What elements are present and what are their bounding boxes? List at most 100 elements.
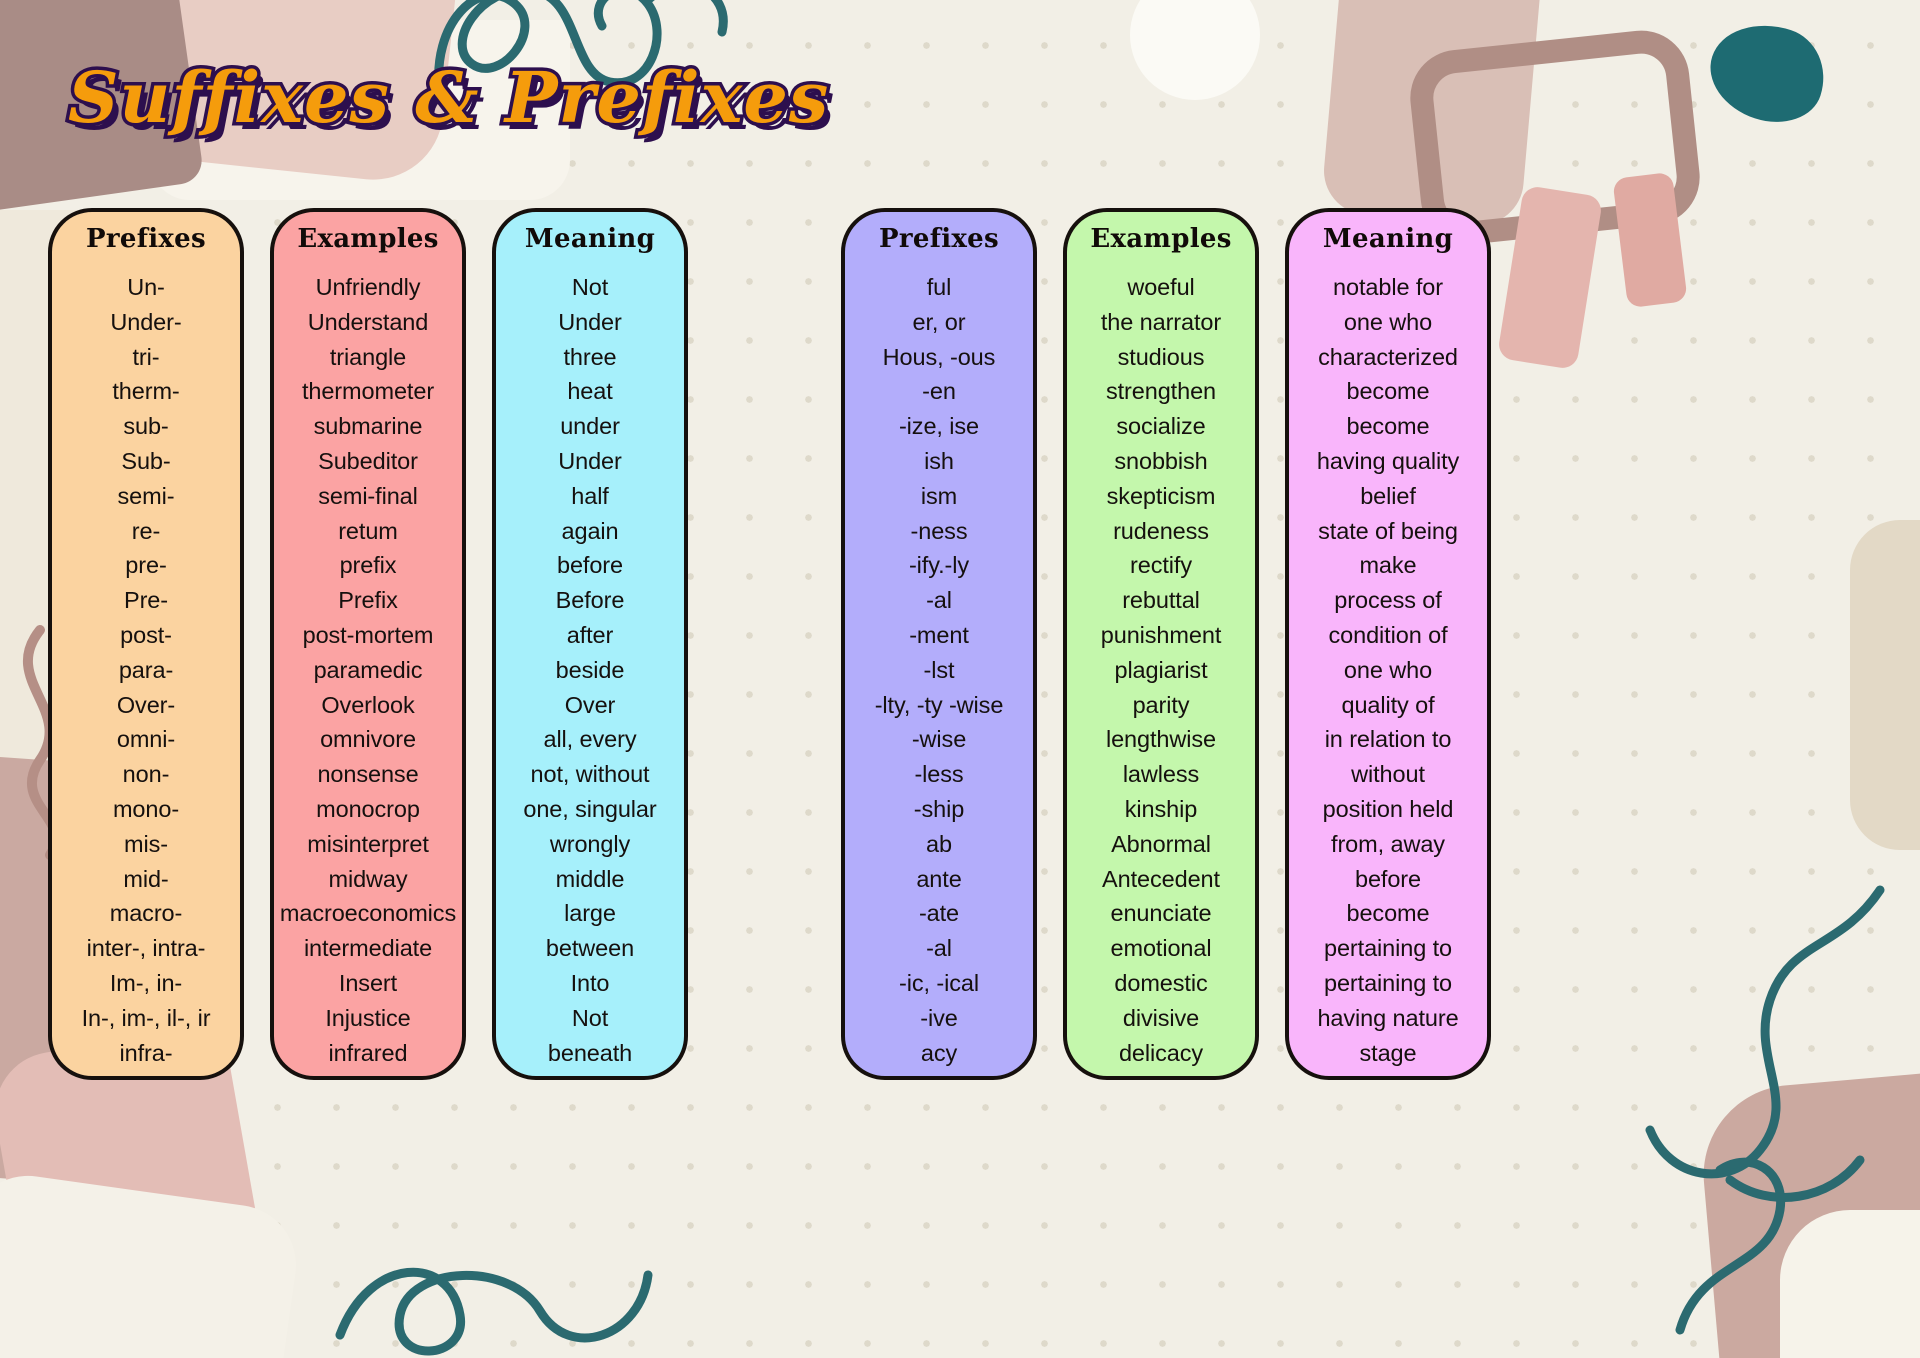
list-item: Subeditor — [318, 447, 418, 474]
prefixes-column-right: Prefixes ful er, or Hous, -ous -en -ize,… — [841, 208, 1037, 1080]
list-item: paramedic — [313, 656, 423, 683]
list-item: Pre- — [124, 587, 168, 614]
list-item: ab — [926, 830, 952, 857]
list-item: macroeconomics — [279, 900, 457, 927]
list-item: Abnormal — [1111, 830, 1211, 857]
list-item: wrongly — [549, 830, 631, 857]
examples-list-left: Unfriendly Understand triangle thermomet… — [274, 270, 462, 1076]
list-item: kinship — [1124, 795, 1198, 822]
list-item: pre- — [125, 552, 167, 579]
list-item: re- — [131, 517, 161, 544]
list-item: position held — [1322, 795, 1454, 822]
list-item: ism — [920, 482, 958, 509]
list-item: -less — [914, 761, 964, 788]
list-item: omnivore — [320, 726, 416, 753]
list-item: beneath — [547, 1039, 633, 1066]
list-item: process of — [1334, 587, 1442, 614]
list-item: -ive — [920, 1004, 958, 1031]
list-item: ish — [924, 447, 954, 474]
meaning-column-right: Meaning notable for one who characterize… — [1285, 208, 1491, 1080]
list-item: beside — [555, 656, 625, 683]
list-item: having quality — [1316, 447, 1460, 474]
list-item: rectify — [1130, 552, 1192, 579]
list-item: lengthwise — [1105, 726, 1217, 753]
list-item: macro- — [109, 900, 183, 927]
list-item: -lty, -ty -wise — [874, 691, 1004, 718]
prefix-group: Prefixes Un- Under- tri- therm- sub- Sub… — [48, 208, 688, 1080]
list-item: In-, im-, il-, ir — [81, 1004, 211, 1031]
list-item: become — [1346, 413, 1430, 440]
list-item: the narrator — [1100, 308, 1222, 335]
list-item: -lst — [923, 656, 955, 683]
list-item: -ize, ise — [898, 413, 980, 440]
list-item: Injustice — [325, 1004, 411, 1031]
list-item: not, without — [530, 761, 650, 788]
list-item: non- — [122, 761, 170, 788]
list-item: Insert — [338, 969, 398, 996]
examples-column-left: Examples Unfriendly Understand triangle … — [270, 208, 466, 1080]
list-item: before — [556, 552, 624, 579]
list-item: in- — [52, 1070, 240, 1076]
list-item: esque — [845, 1070, 1033, 1076]
list-item: infra- — [119, 1039, 173, 1066]
list-item: half — [571, 482, 609, 509]
list-item: Under — [558, 308, 622, 335]
column-header-prefixes-right: Prefixes — [879, 224, 999, 254]
list-item: parity — [1132, 691, 1190, 718]
list-item: Into — [570, 969, 610, 996]
list-item: belief — [1360, 482, 1416, 509]
list-item: make — [1359, 552, 1417, 579]
list-item: punishment — [1100, 621, 1222, 648]
list-item: Im-, in- — [109, 969, 183, 996]
meaning-list-right: notable for one who characterized become… — [1289, 270, 1487, 1076]
list-item: pertaining to — [1323, 969, 1453, 996]
list-item: intermediate — [303, 935, 433, 962]
list-item: after — [566, 621, 614, 648]
list-item: rudeness — [1113, 517, 1209, 544]
column-header-examples-left: Examples — [297, 224, 439, 254]
list-item: before — [1354, 865, 1422, 892]
list-item: pertaining to — [1323, 935, 1453, 962]
list-item: -ness — [910, 517, 968, 544]
list-item: enunciate — [1110, 900, 1212, 927]
list-item: mis- — [124, 830, 168, 857]
list-item: condition of — [1328, 621, 1448, 648]
list-item: post-mortem — [302, 621, 434, 648]
list-item: lawless — [1122, 761, 1200, 788]
list-item: Sub- — [121, 447, 171, 474]
list-item: Over- — [116, 691, 176, 718]
list-item: woeful — [1127, 274, 1195, 300]
list-item: ante — [916, 865, 962, 892]
list-item: -al — [926, 587, 952, 614]
list-item: become — [1346, 900, 1430, 927]
list-item: one who — [1343, 308, 1433, 335]
list-item: Un- — [127, 274, 165, 300]
list-item: Understand — [307, 308, 429, 335]
list-item: burlesque — [1067, 1070, 1255, 1076]
list-item: Overlook — [321, 691, 415, 718]
list-item: emotional — [1110, 935, 1212, 962]
column-header-meaning-left: Meaning — [524, 224, 656, 254]
list-item: semi-final — [318, 482, 418, 509]
list-item: quality of — [1341, 691, 1435, 718]
list-item: -ify.-ly — [908, 552, 970, 579]
list-item: three — [563, 343, 617, 370]
list-item: infrared — [328, 1039, 408, 1066]
list-item: all, every — [543, 726, 637, 753]
meaning-column-left: Meaning Not Under three heat under Under… — [492, 208, 688, 1080]
list-item: para- — [118, 656, 174, 683]
list-item: post- — [120, 621, 172, 648]
page-title: Suffixes & Prefixes — [64, 53, 831, 143]
list-item: characterized — [1318, 343, 1458, 370]
list-item: monocrop — [316, 795, 420, 822]
list-item: Infield — [274, 1070, 462, 1076]
list-item: notable for — [1333, 274, 1443, 300]
list-item: studious — [1117, 343, 1205, 370]
list-item: ful — [926, 274, 952, 300]
list-item: strengthen — [1105, 378, 1217, 405]
list-item: become — [1346, 378, 1430, 405]
list-item: prefix — [339, 552, 397, 579]
list-item: Over — [564, 691, 616, 718]
list-item: again — [561, 517, 619, 544]
list-item: inter-, intra- — [86, 935, 206, 962]
